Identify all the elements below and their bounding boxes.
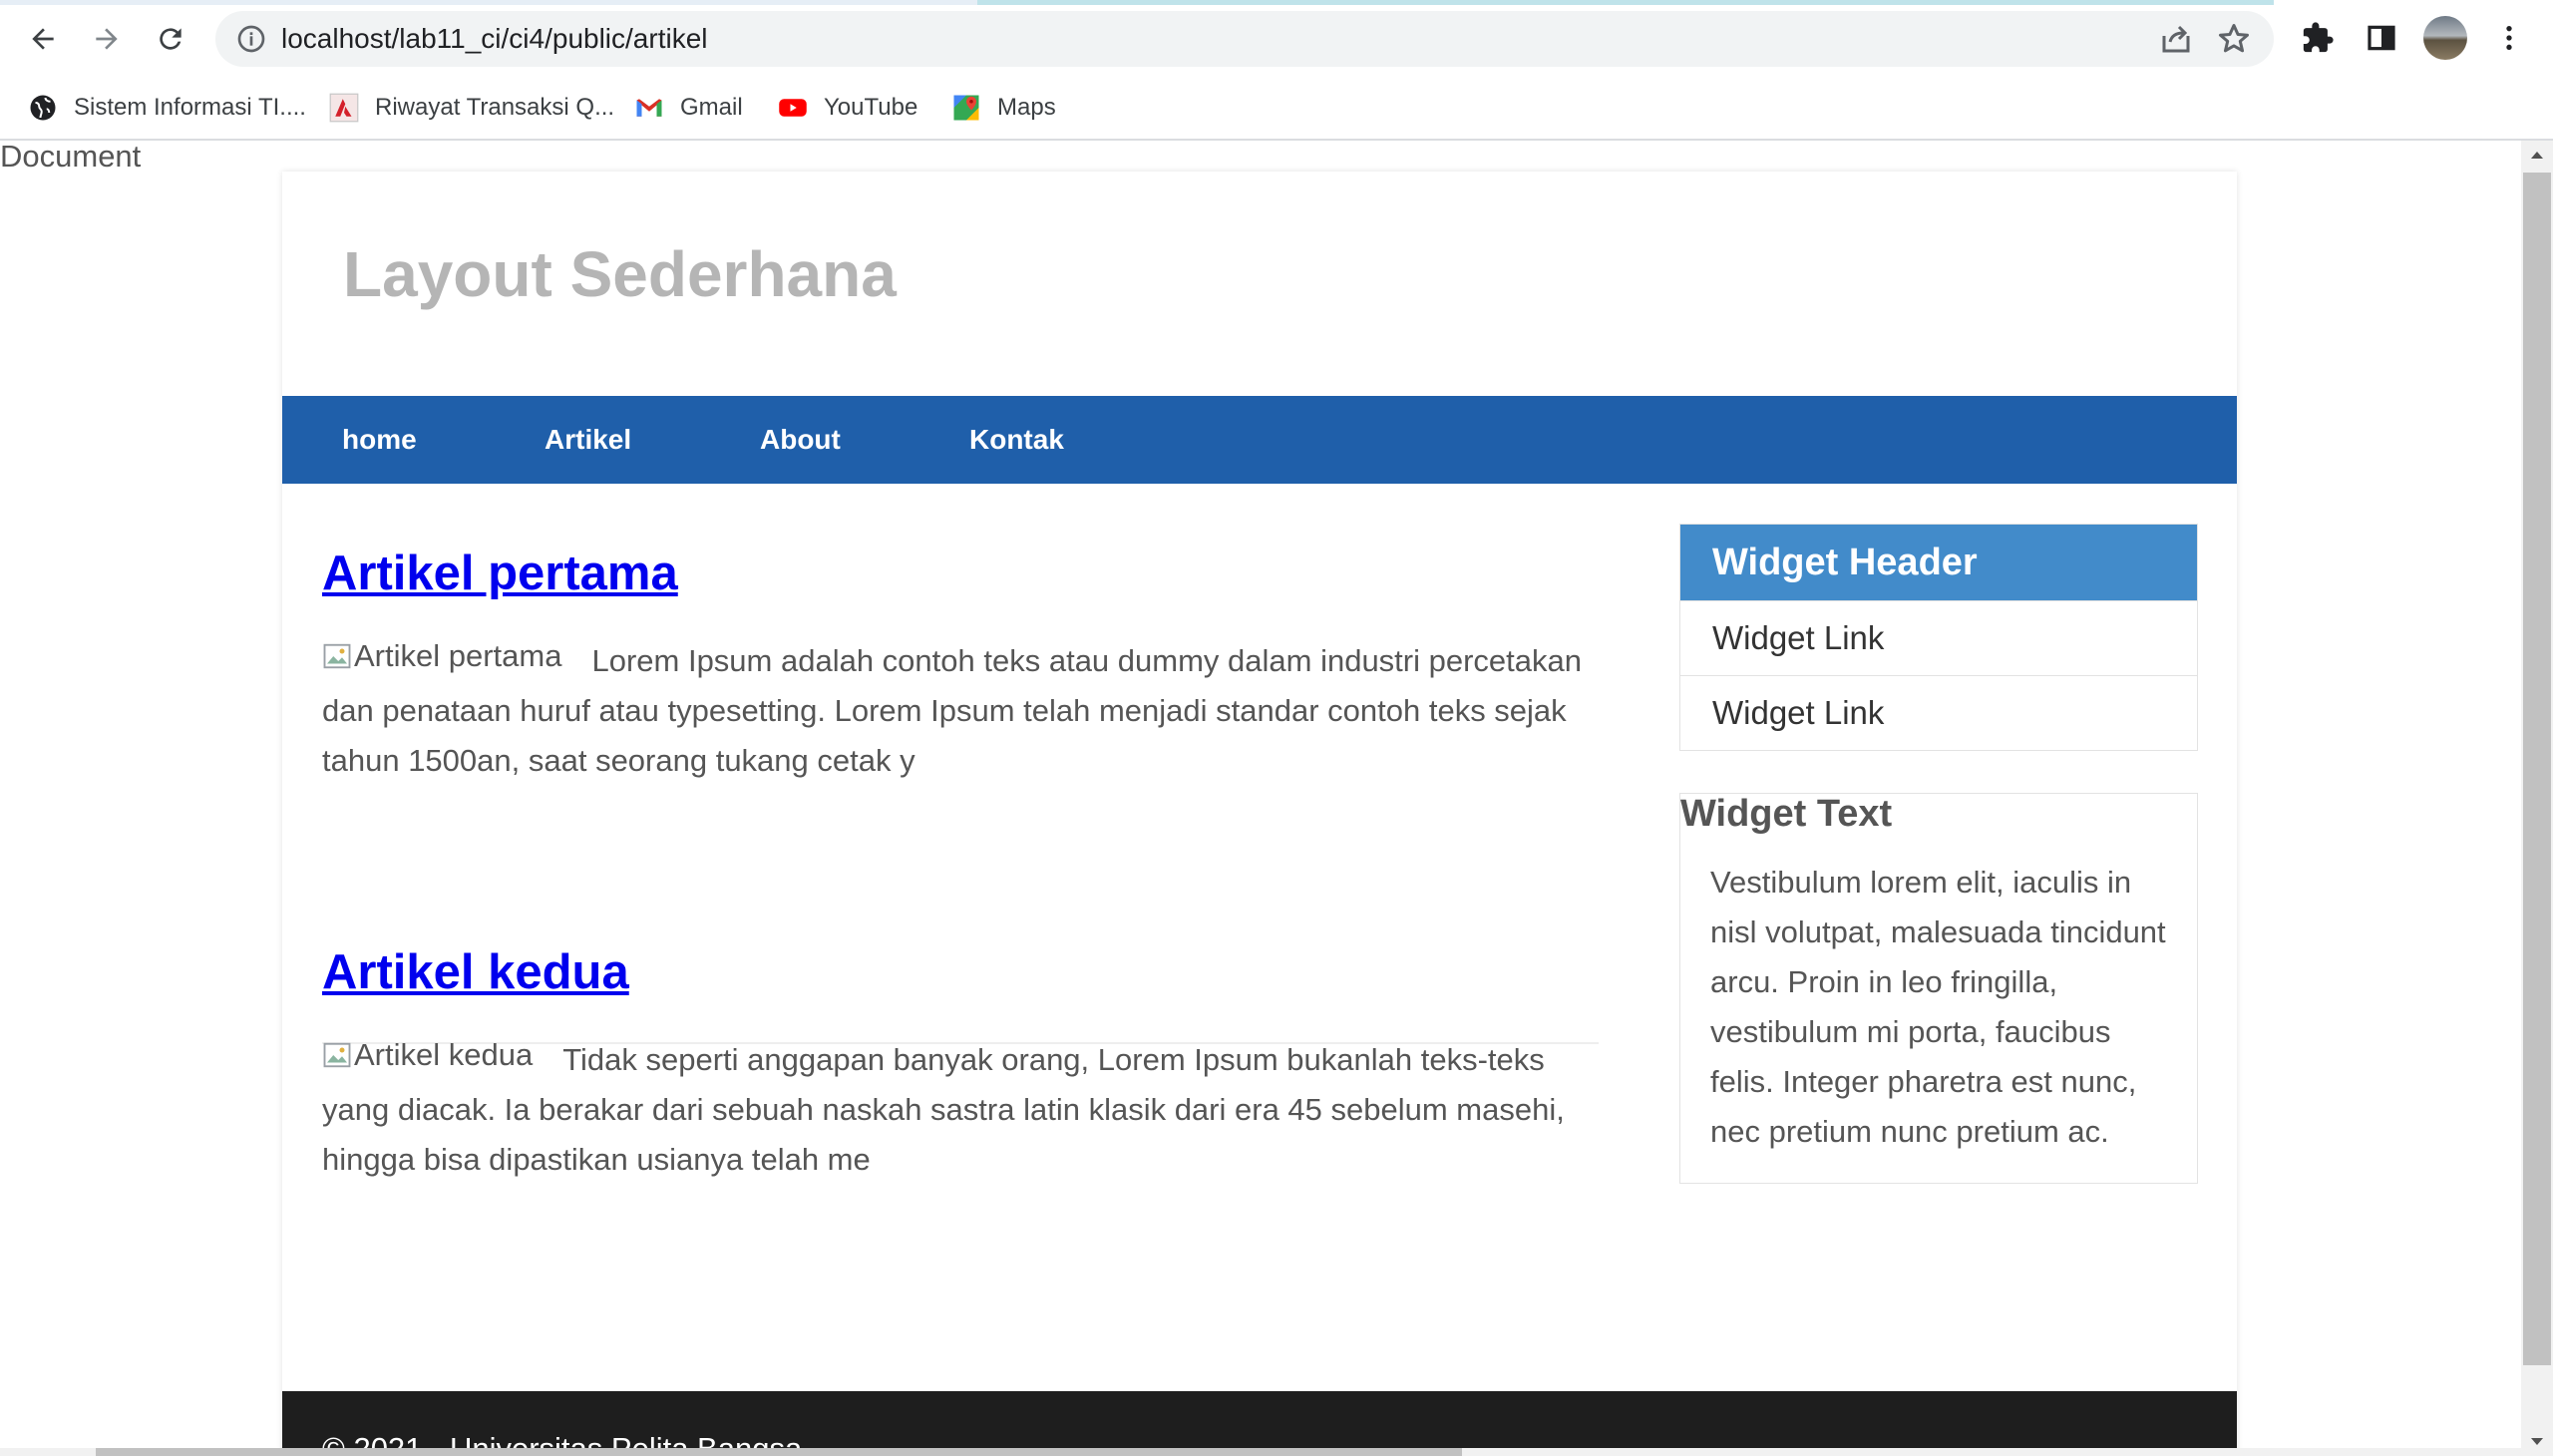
browser-toolbar: localhost/lab11_ci/ci4/public/artikel [0, 0, 2553, 77]
nav-about[interactable]: About [760, 396, 841, 484]
bookmark-sistem-informasi[interactable]: Sistem Informasi TI.... [28, 77, 306, 139]
vertical-scrollbar[interactable] [2521, 141, 2553, 1456]
nav-home[interactable]: home [342, 396, 417, 484]
more-vert-icon [2506, 26, 2512, 50]
widget-header: Widget Header [1680, 525, 2197, 600]
bookmark-youtube[interactable]: YouTube [778, 77, 917, 139]
document-title: Document [0, 141, 142, 174]
side-panel-icon [2368, 25, 2395, 51]
widget-text-title: Widget Text [1680, 793, 1893, 835]
back-button[interactable] [18, 14, 68, 64]
article-body: Artikel kedua Tidak seperti anggapan bany… [322, 1030, 1599, 1185]
bookmark-label: Maps [997, 94, 1056, 121]
broken-image-icon [323, 1042, 351, 1068]
bookmark-label: Riwayat Transaksi Q... [375, 94, 615, 121]
article-title-link[interactable]: Artikel pertama [322, 546, 678, 600]
article-title: Artikel kedua [322, 944, 629, 1000]
article-image: Artikel kedua [322, 1030, 533, 1080]
menu-button[interactable] [2489, 18, 2529, 58]
reload-button[interactable] [146, 14, 195, 64]
widget-text: Widget Text Vestibulum lorem elit, iacul… [1679, 793, 2198, 1184]
scroll-thumb[interactable] [2523, 173, 2551, 1365]
bookmark-label: YouTube [824, 94, 918, 121]
star-icon[interactable] [2216, 21, 2252, 57]
scroll-up-arrow[interactable] [2521, 141, 2553, 169]
bookmark-label: Sistem Informasi TI.... [74, 94, 306, 121]
article-image-alt: Artikel pertama [354, 638, 562, 673]
page-container: Layout Sederhana home Artikel About Kont… [282, 172, 2237, 1456]
info-icon[interactable] [235, 23, 267, 55]
gmail-icon [634, 93, 664, 123]
scroll-down-arrow[interactable] [2521, 1428, 2553, 1456]
article-body: Artikel pertama Lorem Ipsum adalah contoh… [322, 631, 1599, 786]
site-footer: © 2021 - Universitas Pelita Bangsa [282, 1391, 2237, 1456]
article-title: Artikel pertama [322, 546, 678, 601]
horizontal-scrollbar[interactable] [0, 1448, 2521, 1456]
address-bar[interactable]: localhost/lab11_ci/ci4/public/artikel [215, 11, 2274, 67]
main-nav: home Artikel About Kontak [282, 396, 2237, 484]
site-header: Layout Sederhana [282, 172, 2237, 396]
nav-kontak[interactable]: Kontak [969, 396, 1064, 484]
bookmark-maps[interactable]: Maps [951, 77, 1056, 139]
arrow-left-icon [32, 28, 54, 50]
youtube-icon [778, 93, 808, 123]
bookmark-label: Gmail [680, 94, 743, 121]
reload-icon [160, 28, 182, 50]
bookmark-riwayat-transaksi[interactable]: Riwayat Transaksi Q... [329, 77, 614, 139]
profile-avatar[interactable] [2423, 16, 2467, 60]
hscroll-thumb[interactable] [96, 1448, 1462, 1456]
globe-icon [28, 93, 58, 123]
puzzle-icon [2303, 22, 2334, 53]
share-icon[interactable] [2158, 21, 2194, 57]
widget-link[interactable]: Widget Link [1680, 675, 2197, 750]
forward-button[interactable] [82, 14, 132, 64]
article-image: Artikel pertama [322, 631, 561, 681]
widget-text-body: Vestibulum lorem elit, iaculis in nisl v… [1710, 865, 2166, 1149]
maps-icon [951, 93, 981, 123]
nav-artikel[interactable]: Artikel [545, 396, 631, 484]
side-panel-button[interactable] [2362, 18, 2401, 58]
bookmark-gmail[interactable]: Gmail [634, 77, 743, 139]
arrow-right-icon [96, 28, 118, 50]
broken-image-icon [323, 643, 351, 669]
url-text[interactable]: localhost/lab11_ci/ci4/public/artikel [281, 11, 708, 67]
page-viewport: Document Layout Sederhana home Artikel A… [0, 141, 2521, 1456]
site-title: Layout Sederhana [343, 238, 897, 310]
widget-links: Widget Header Widget Link Widget Link [1679, 524, 2198, 751]
extensions-button[interactable] [2298, 18, 2338, 58]
loading-indicator [0, 0, 2553, 5]
article-title-link[interactable]: Artikel kedua [322, 945, 629, 999]
adobe-icon [329, 93, 359, 123]
widget-link[interactable]: Widget Link [1680, 600, 2197, 675]
article-image-alt: Artikel kedua [354, 1037, 534, 1072]
bookmarks-bar: Sistem Informasi TI.... Riwayat Transaks… [0, 77, 2553, 141]
